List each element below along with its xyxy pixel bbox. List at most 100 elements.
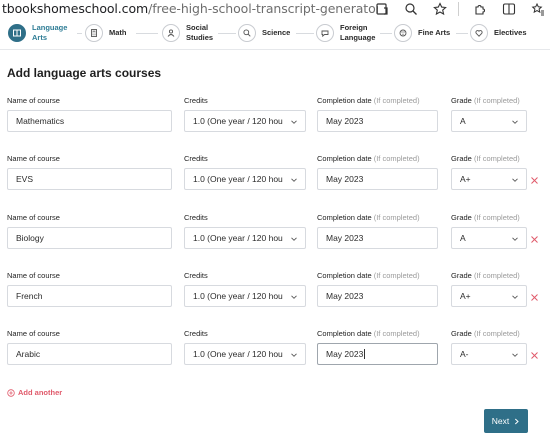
add-another-link[interactable]: Add another [7,388,62,397]
palette-icon [394,24,412,42]
split-screen-icon[interactable] [501,1,517,17]
step-fine-arts[interactable]: Fine Arts [394,17,450,49]
completion-date-input[interactable]: May 2023 [317,343,438,365]
chevron-down-icon [510,117,520,127]
credits-select[interactable]: 1.0 (One year / 120 hours) [184,343,306,365]
course-name-input[interactable]: Mathematics [7,110,172,132]
remove-course-icon[interactable] [530,289,540,301]
step-social-studies[interactable]: Social Studies [162,17,236,49]
favorites-icon[interactable] [530,1,546,17]
people-icon [162,24,180,42]
course-row: Name of course Credits Completion date (If… [0,96,550,144]
remove-course-icon[interactable] [530,347,540,359]
grade-select[interactable]: A [451,110,527,132]
completion-date-label: Completion date (If completed) [317,96,420,105]
step-science[interactable]: Science [238,17,290,49]
chevron-right-icon [515,418,519,424]
grade-select[interactable]: A [451,227,527,249]
step-label: Fine Arts [418,28,451,37]
stepper-connector [136,33,158,34]
completion-date-label: Completion date (If completed) [317,154,420,163]
course-name-label: Name of course [7,271,60,280]
browser-address-bar[interactable]: tbookshomeschool.com/free-high-school-tr… [0,0,550,17]
extensions-icon[interactable] [472,1,488,17]
grade-label: Grade (If completed) [451,271,520,280]
completion-date-label: Completion date (If completed) [317,271,420,280]
url-path: /free-high-school-transcript-generator?r… [148,1,378,16]
chevron-down-icon [510,350,520,360]
completion-date-input[interactable]: May 2023 [317,285,438,307]
credits-label: Credits [184,329,208,338]
text-cursor [364,349,366,359]
step-label: Language Arts [32,23,68,42]
chevron-down-icon [510,234,520,244]
heart-icon [470,24,488,42]
course-name-label: Name of course [7,329,60,338]
credits-select[interactable]: 1.0 (One year / 120 hours) [184,168,306,190]
url-domain: tbookshomeschool.com [2,1,149,16]
grade-select[interactable]: A+ [451,168,527,190]
reader-mode-icon[interactable] [374,1,390,17]
course-row: Name of course Credits Completion date (If… [0,213,550,261]
chevron-down-icon [289,350,299,360]
step-label: Social Studies [186,23,214,42]
grade-select[interactable]: A+ [451,285,527,307]
grade-label: Grade (If completed) [451,96,520,105]
course-row: Name of course Credits Completion date (If… [0,271,550,319]
grade-label: Grade (If completed) [451,329,520,338]
remove-course-icon[interactable] [530,172,540,184]
course-name-input[interactable]: French [7,285,172,307]
address-bar-icons [361,0,546,17]
add-circle-icon [7,388,15,397]
chevron-down-icon [510,175,520,185]
course-category-stepper: Language Arts Math Social Studies Scienc… [0,17,550,49]
stepper-divider [0,49,550,50]
step-electives[interactable]: Electives [470,17,527,49]
section-title: Add language arts courses [7,66,162,80]
credits-select[interactable]: 1.0 (One year / 120 hours) [184,110,306,132]
course-row: Name of course Credits Completion date (If… [0,329,550,377]
course-name-input[interactable]: Arabic [7,343,172,365]
add-another-label: Add another [18,388,63,397]
toolbar-separator [458,1,459,16]
stepper-connector [296,33,314,34]
book-icon [8,24,26,42]
chevron-down-icon [289,234,299,244]
credits-label: Credits [184,96,208,105]
speech-bubble-icon [316,24,334,42]
step-label: Foreign Language [340,23,376,42]
completion-date-input[interactable]: May 2023 [317,110,438,132]
completion-date-label: Completion date (If completed) [317,329,420,338]
course-name-label: Name of course [7,213,60,222]
course-name-input[interactable]: EVS [7,168,172,190]
completion-date-label: Completion date (If completed) [317,213,420,222]
grade-select[interactable]: A- [451,343,527,365]
completion-date-input[interactable]: May 2023 [317,168,438,190]
chevron-down-icon [289,292,299,302]
step-label: Math [109,28,127,37]
step-math[interactable]: Math [85,17,127,49]
course-name-label: Name of course [7,154,60,163]
step-language-arts[interactable]: Language Arts [8,17,82,49]
course-name-input[interactable]: Biology [7,227,172,249]
remove-course-icon[interactable] [530,231,540,243]
credits-select[interactable]: 1.0 (One year / 120 hours) [184,227,306,249]
address-url[interactable]: tbookshomeschool.com/free-high-school-tr… [0,1,378,16]
course-name-label: Name of course [7,96,60,105]
course-row: Name of course Credits Completion date (If… [0,154,550,202]
chevron-down-icon [510,292,520,302]
zoom-icon[interactable] [403,1,419,17]
next-button[interactable]: Next [484,409,528,433]
credits-label: Credits [184,213,208,222]
grade-label: Grade (If completed) [451,213,520,222]
favorite-star-icon[interactable] [432,1,448,17]
calculator-icon [85,24,103,42]
step-label: Science [262,28,291,37]
step-foreign-language[interactable]: Foreign Language [316,17,390,49]
credits-select[interactable]: 1.0 (One year / 120 hours) [184,285,306,307]
credits-label: Credits [184,271,208,280]
completion-date-input[interactable]: May 2023 [317,227,438,249]
step-label: Electives [494,28,527,37]
chevron-down-icon [289,175,299,185]
chevron-down-icon [289,117,299,127]
